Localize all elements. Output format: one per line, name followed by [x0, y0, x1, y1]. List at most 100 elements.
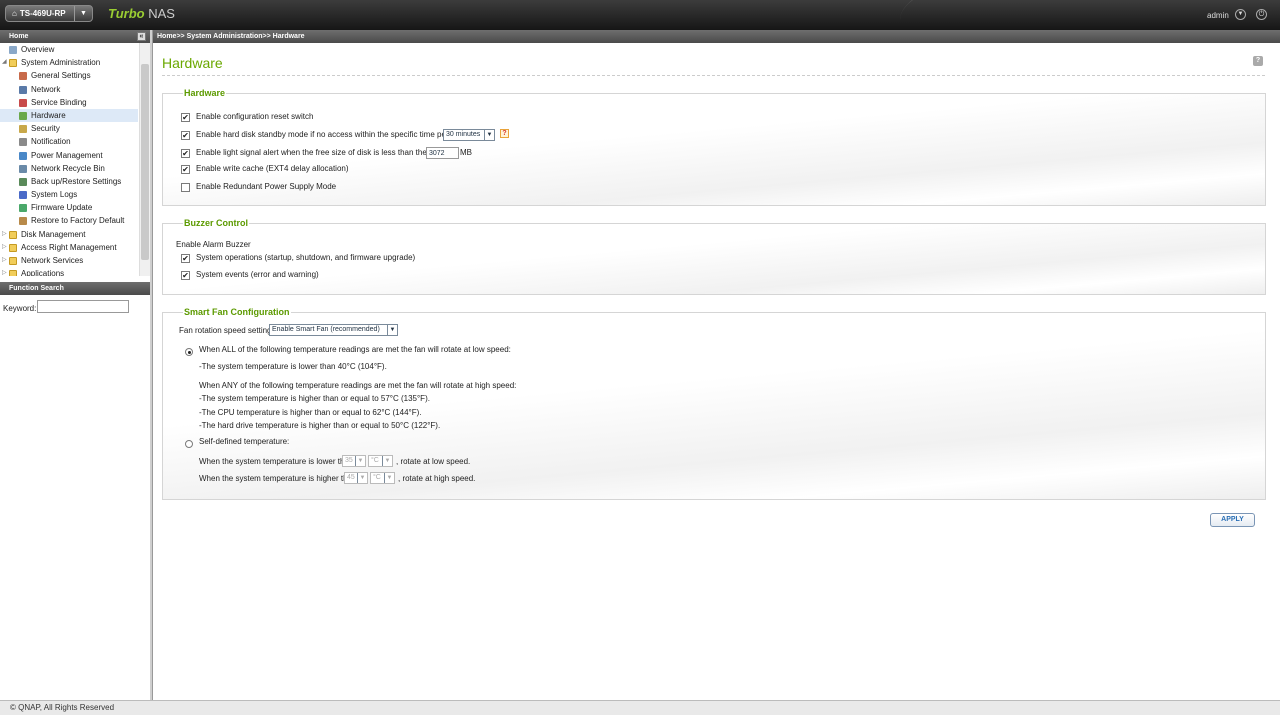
folder-icon	[9, 257, 17, 265]
scrollbar-thumb[interactable]	[141, 64, 149, 260]
sidebar-item-label: Network	[31, 84, 61, 94]
folder-icon	[9, 243, 17, 252]
hardware-icon	[19, 111, 27, 120]
high-temp-value: 45	[347, 474, 355, 481]
standby-time-select[interactable]: 30 minutes ▼	[443, 129, 495, 141]
chevron-down-icon: ▼	[387, 325, 397, 335]
top-bar: ⌂ TS-469U-RP ▼ Turbo NAS admin ▼ ⏻	[0, 0, 1280, 30]
fan-speed-label: Fan rotation speed settings:	[179, 326, 278, 335]
expand-arrow-icon[interactable]: ▷	[2, 254, 7, 267]
sidebar-item-label: Power Management	[31, 150, 103, 160]
sidebar-item-label: Overview	[21, 45, 55, 54]
question-icon[interactable]: ?	[500, 129, 509, 138]
keyword-input[interactable]	[37, 300, 129, 313]
sidebar-item[interactable]: Power Management	[0, 149, 138, 162]
sidebar-item[interactable]: System Logs	[0, 188, 138, 201]
sidebar-item-label: Network Recycle Bin	[31, 163, 105, 173]
sidebar-item[interactable]: General Settings	[0, 69, 138, 82]
logout-icon[interactable]: ⏻	[1256, 9, 1267, 20]
service-binding-icon	[19, 98, 27, 107]
help-icon[interactable]: ?	[1253, 56, 1263, 66]
high-temp-suffix: , rotate at high speed.	[398, 474, 476, 483]
self-defined-radio[interactable]	[185, 440, 193, 448]
sidebar-item[interactable]: Hardware	[0, 108, 138, 123]
sidebar-item[interactable]: ▷ Access Right Management	[0, 241, 138, 254]
sidebar-scrollbar[interactable]	[139, 43, 150, 276]
expand-arrow-icon[interactable]: ▷	[2, 267, 7, 276]
smart-fan-section: Smart Fan Configuration Fan rotation spe…	[162, 307, 1266, 500]
redundant-power-checkbox[interactable]	[181, 183, 190, 192]
chevron-down-icon: ▼	[357, 473, 367, 483]
section-title: Smart Fan Configuration	[183, 307, 291, 317]
main-content: Hardware ? Hardware ✔ Enable configurati…	[153, 43, 1280, 700]
breadcrumb: Home>> System Administration>> Hardware	[153, 30, 1280, 43]
buzzer-section: Buzzer Control Enable Alarm Buzzer ✔ Sys…	[162, 218, 1266, 295]
chevron-down-icon: ▼	[382, 456, 392, 466]
smart-fan-radio[interactable]	[185, 348, 193, 356]
model-selector-button[interactable]: ⌂ TS-469U-RP ▼	[5, 5, 93, 22]
low-temp-value: 35	[345, 457, 353, 464]
sidebar-item[interactable]: Security	[0, 122, 138, 135]
system-events-checkbox[interactable]: ✔	[181, 271, 190, 280]
sidebar-item[interactable]: Firmware Update	[0, 201, 138, 214]
option-label: Enable write cache (EXT4 delay allocatio…	[196, 164, 349, 173]
sidebar-item-label: Restore to Factory Default	[31, 216, 125, 226]
expand-arrow-icon[interactable]: ▷	[2, 228, 7, 241]
collapse-sidebar-icon[interactable]: «	[137, 32, 146, 41]
light-alert-checkbox[interactable]: ✔	[181, 149, 190, 158]
folder-icon	[9, 270, 17, 276]
option-label: System events (error and warning)	[196, 270, 319, 279]
model-label: TS-469U-RP	[19, 9, 66, 18]
brand-logo: Turbo NAS	[108, 6, 175, 21]
expand-arrow-icon[interactable]: ▷	[2, 241, 7, 254]
sidebar-title: Home	[9, 33, 29, 40]
high-temp-prefix: When the system temperature is higher th…	[199, 474, 357, 483]
sidebar-item-label: Notification	[31, 137, 71, 147]
apply-button[interactable]: APPLY	[1210, 513, 1255, 527]
collapse-arrow-icon[interactable]: ◢	[2, 56, 7, 69]
sidebar-item[interactable]: Service Binding	[0, 96, 138, 109]
user-menu-icon[interactable]: ▼	[1235, 9, 1246, 20]
low-temp-select[interactable]: 35 ▼	[342, 455, 366, 467]
sidebar-item[interactable]: ▷ Network Services	[0, 254, 138, 267]
sidebar-item[interactable]: Back up/Restore Settings	[0, 175, 138, 188]
low-temp-prefix: When the system temperature is lower tha…	[199, 457, 354, 466]
alert-value-input[interactable]	[426, 147, 459, 159]
fan-speed-select[interactable]: Enable Smart Fan (recommended) ▼	[269, 324, 398, 336]
smart-high-line: -The CPU temperature is higher than or e…	[199, 408, 422, 417]
chevron-down-icon: ▼	[484, 130, 494, 140]
high-unit-value: °C	[373, 474, 381, 481]
low-temp-suffix: , rotate at low speed.	[396, 457, 471, 466]
sidebar-item-label: Back up/Restore Settings	[31, 176, 122, 186]
reset-switch-checkbox[interactable]: ✔	[181, 113, 190, 122]
low-unit-select[interactable]: °C ▼	[368, 455, 393, 467]
sidebar-item[interactable]: ▷ Applications	[0, 267, 138, 276]
keyword-label: Keyword:	[3, 304, 37, 313]
recycle-bin-icon	[19, 164, 27, 173]
sidebar-item[interactable]: Overview	[0, 43, 138, 56]
sidebar-item-label: Hardware	[31, 110, 66, 120]
folder-icon	[9, 230, 17, 239]
sidebar-item[interactable]: Network	[0, 83, 138, 96]
section-title: Hardware	[183, 88, 227, 98]
sidebar-item-label: Network Services	[21, 256, 84, 265]
sidebar-item-label: Disk Management	[21, 229, 86, 239]
firmware-icon	[19, 204, 27, 213]
sidebar-item[interactable]: Network Recycle Bin	[0, 162, 138, 175]
sidebar-item-label: Applications	[21, 269, 65, 276]
sidebar-item[interactable]: Restore to Factory Default	[0, 214, 138, 227]
logs-icon	[19, 191, 27, 200]
high-unit-select[interactable]: °C ▼	[370, 472, 395, 484]
enable-alarm-label: Enable Alarm Buzzer	[176, 240, 251, 249]
smart-high-heading: When ANY of the following temperature re…	[199, 381, 517, 390]
sidebar-item[interactable]: ▷ Disk Management	[0, 228, 138, 241]
disk-standby-checkbox[interactable]: ✔	[181, 131, 190, 140]
system-operations-checkbox[interactable]: ✔	[181, 254, 190, 263]
high-temp-select[interactable]: 45 ▼	[344, 472, 368, 484]
title-divider	[162, 75, 1265, 76]
write-cache-checkbox[interactable]: ✔	[181, 165, 190, 174]
brand-nas: NAS	[148, 6, 175, 21]
sidebar-item[interactable]: Notification	[0, 135, 138, 148]
sidebar-item[interactable]: ◢ System Administration	[0, 56, 138, 69]
smart-low-line: -The system temperature is lower than 40…	[199, 362, 387, 371]
